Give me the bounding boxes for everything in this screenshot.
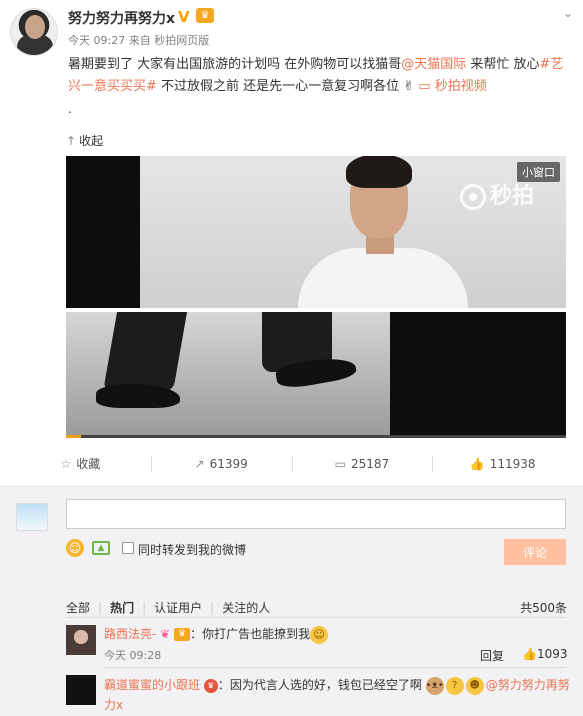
favorite-label: 收藏 [76, 457, 101, 471]
member-badge-icon[interactable]: ♛ [196, 8, 214, 23]
dog-emoji-icon: •ᴥ• [425, 676, 444, 695]
like-button[interactable]: 👍 111938 [432, 450, 573, 478]
comment-input[interactable] [66, 499, 566, 529]
collapse-label: 收起 [79, 134, 104, 148]
video-letterbox-left [66, 156, 140, 308]
tab-hot[interactable]: 热门 [110, 601, 134, 615]
video-progress-fill [66, 435, 81, 438]
divider [66, 617, 566, 618]
person-hair [346, 156, 412, 188]
comment-avatar[interactable] [66, 675, 96, 705]
also-repost-label: 同时转发到我的微博 [138, 543, 247, 557]
comment-filter-tabs: 全部 | 热门 | 认证用户 | 关注的人 [66, 599, 278, 616]
collapse-button[interactable]: ↑ 收起 [66, 132, 103, 149]
repost-count: 61399 [209, 457, 248, 471]
comment-count: 25187 [350, 457, 390, 471]
action-bar: ☆ 收藏 ↗ 61399 ▭ 25187 👍 111938 [10, 450, 573, 478]
post-text-part2: 来帮忙 放心 [466, 57, 540, 72]
tab-separator: | [142, 601, 147, 615]
video-watermark: 秒拍 [460, 178, 534, 210]
tab-all[interactable]: 全部 [66, 601, 90, 615]
repost-button[interactable]: ↗ 61399 [150, 450, 292, 478]
thumbs-up-icon: 👍 [522, 647, 537, 661]
video-link-icon: ▭ [418, 79, 431, 94]
post-text: 暑期要到了 大家有出国旅游的计划吗 在外购物可以找猫哥@天猫国际 来帮忙 放心#… [68, 54, 573, 98]
reply-button[interactable]: 回复 [480, 647, 504, 664]
mention-link[interactable]: @天猫国际 [401, 57, 466, 72]
avatar-face [25, 15, 45, 39]
video-link-label: 秒拍视频 [434, 79, 487, 94]
chevron-down-icon[interactable]: ⌄ [563, 6, 573, 20]
comment-body: ：你打广告也能撩到我 [190, 627, 311, 641]
favorite-button[interactable]: ☆ 收藏 [10, 450, 151, 478]
like-count: 111938 [489, 457, 536, 471]
author-name[interactable]: 努力努力再努力x [68, 8, 175, 28]
my-avatar[interactable] [16, 503, 48, 531]
tab-verified[interactable]: 认证用户 [154, 601, 202, 615]
verified-icon[interactable]: V [178, 8, 190, 26]
smile-emoji-icon: ☺ [310, 625, 329, 644]
comment-time: 今天 09:28 [104, 649, 162, 662]
video-player[interactable]: 秒拍 小窗口 [66, 156, 566, 438]
mini-window-button[interactable]: 小窗口 [517, 162, 560, 182]
submit-comment-button[interactable]: 评论 [504, 539, 566, 565]
video-letterbox-right [390, 312, 566, 438]
divider [104, 667, 566, 668]
comment-text: 路西法亮- ❦ ♛ ：你打广告也能撩到我 ☺ [104, 625, 329, 644]
video-person [298, 156, 468, 318]
tab-separator: | [98, 601, 103, 615]
peace-emoji-icon: ✌ [403, 79, 415, 94]
comment-avatar[interactable] [66, 625, 96, 655]
comment-like-count: 1093 [536, 647, 568, 661]
post-text-part3: 不过放假之前 还是先一心一意复习啊各位 [156, 79, 400, 94]
comment-icon: ▭ [334, 457, 346, 471]
watermark-text: 秒拍 [490, 184, 535, 209]
butterfly-icon: ❦ [160, 627, 171, 641]
collapse-arrow-icon: ↑ [66, 134, 77, 148]
laughing-emoji-icon: ☻ [465, 676, 484, 695]
comment-text: 霸道蜜蜜的小跟班 ♛ ：因为代言人选的好，钱包已经空了啊 •ᴥ•? ☻ @努力努力再努… [104, 675, 572, 715]
comment-button[interactable]: ▭ 25187 [291, 450, 433, 478]
camera-icon [460, 184, 486, 210]
comment-section: ☺ ▲ 同时转发到我的微博 评论 全部 | 热门 | 认证用户 | 关注的人 共500条 路… [0, 486, 583, 716]
emoji-icon[interactable]: ☺ [66, 539, 84, 557]
member-badge-icon: ♛ [174, 628, 191, 641]
author-avatar[interactable] [10, 8, 58, 56]
tab-following[interactable]: 关注的人 [222, 601, 270, 615]
thinking-emoji-icon: ? [445, 676, 464, 695]
comment-like-button[interactable]: 👍1093 [522, 647, 568, 661]
post-text-part1: 暑期要到了 大家有出国旅游的计划吗 在外购物可以找猫哥 [68, 57, 402, 72]
star-icon: ☆ [60, 457, 72, 471]
comment-total: 共500条 [520, 601, 567, 615]
repost-icon: ↗ [194, 457, 205, 471]
member-badge-icon: ♛ [203, 678, 218, 693]
trailing-dot: . [68, 102, 72, 116]
comment-body: ：因为代言人选的好，钱包已经空了啊 [217, 678, 422, 692]
video-link[interactable]: ▭ 秒拍视频 [418, 79, 486, 94]
thumbs-up-icon: 👍 [469, 457, 485, 471]
video-progress-bar[interactable] [66, 435, 566, 438]
comment-author[interactable]: 路西法亮- [104, 627, 156, 641]
post-meta[interactable]: 今天 09:27 来自 秒拍网页版 [68, 32, 209, 48]
image-icon[interactable]: ▲ [92, 541, 110, 555]
also-repost-checkbox[interactable] [122, 542, 134, 554]
tab-separator: | [210, 601, 215, 615]
comment-author[interactable]: 霸道蜜蜜的小跟班 [104, 678, 200, 692]
video-leg-left [102, 312, 188, 392]
